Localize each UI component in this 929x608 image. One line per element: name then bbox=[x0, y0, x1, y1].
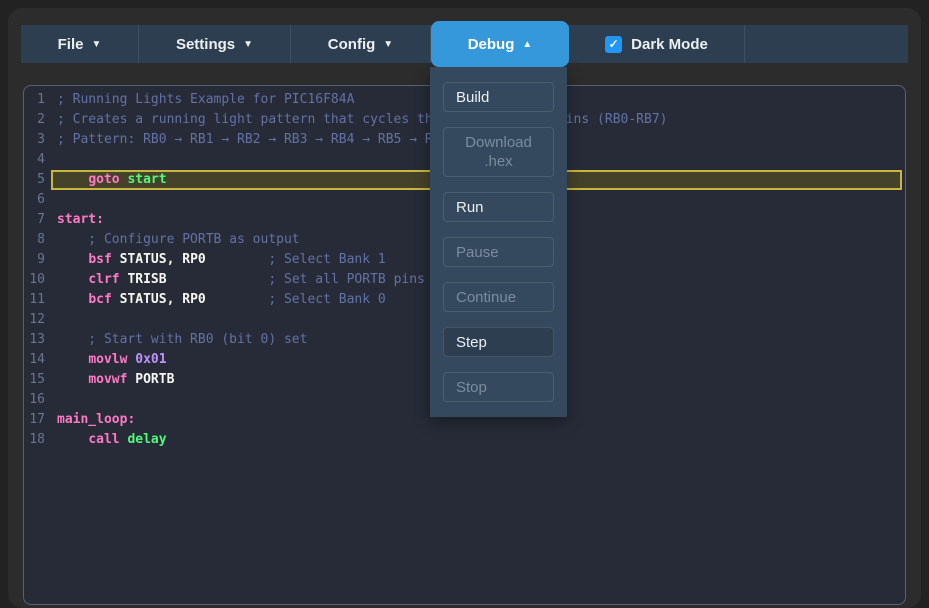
toolbar: File ▼ Settings ▼ Config ▼ Debug ▲ ✓ Dar… bbox=[21, 21, 908, 67]
line-number: 4 bbox=[37, 152, 45, 167]
menu-settings[interactable]: Settings ▼ bbox=[138, 25, 290, 63]
line-number: 5 bbox=[37, 172, 45, 187]
code-token-op: PORTB bbox=[127, 372, 175, 387]
code-token-num: 0x01 bbox=[135, 352, 167, 367]
code-token-kw: goto bbox=[88, 172, 120, 187]
code-line[interactable]: 18 call delay bbox=[24, 430, 905, 450]
line-number: 17 bbox=[29, 412, 45, 427]
code-token-op: STATUS, RP0 bbox=[111, 292, 206, 307]
line-number: 6 bbox=[37, 192, 45, 207]
code-token-kw: main_loop: bbox=[57, 412, 136, 427]
check-icon: ✓ bbox=[608, 37, 619, 51]
code-token-op: STATUS, RP0 bbox=[111, 252, 206, 267]
debug-menu-item-step[interactable]: Step bbox=[443, 327, 554, 357]
line-number: 2 bbox=[37, 112, 45, 127]
line-number: 18 bbox=[29, 432, 45, 447]
line-number: 16 bbox=[29, 392, 45, 407]
code-token-op: TRISB bbox=[119, 272, 167, 287]
debug-menu-item-build[interactable]: Build bbox=[443, 82, 554, 112]
code-token-kw: clrf bbox=[88, 272, 120, 287]
debug-menu-item-stop: Stop bbox=[443, 372, 554, 402]
menu-file-label: File bbox=[57, 35, 84, 53]
line-number: 11 bbox=[29, 292, 45, 307]
code-token-kw: movlw bbox=[88, 352, 128, 367]
code-token-comment: ; Creates a running light pattern that c… bbox=[57, 112, 668, 127]
code-token-comment: ; Start with RB0 (bit 0) set bbox=[57, 332, 308, 347]
menu-debug-button[interactable]: Debug ▲ bbox=[431, 21, 569, 67]
line-number: 1 bbox=[37, 92, 45, 107]
code-token-comment: ; Configure PORTB as output bbox=[57, 232, 300, 247]
code-text: call delay bbox=[51, 430, 902, 450]
line-number: 7 bbox=[37, 212, 45, 227]
code-token-kw: bsf bbox=[88, 252, 112, 267]
chevron-down-icon: ▼ bbox=[243, 38, 254, 50]
dark-mode-toggle: ✓ Dark Mode bbox=[568, 25, 744, 63]
menu-debug-cell: Debug ▲ bbox=[430, 21, 569, 67]
menu-config[interactable]: Config ▼ bbox=[290, 25, 430, 63]
debug-menu-item-continue: Continue bbox=[443, 282, 554, 312]
menu-config-label: Config bbox=[327, 35, 376, 53]
line-number: 13 bbox=[29, 332, 45, 347]
dark-mode-label: Dark Mode bbox=[631, 35, 708, 53]
menu-file[interactable]: File ▼ bbox=[21, 25, 138, 63]
chevron-down-icon: ▼ bbox=[383, 38, 394, 50]
code-token-comment: ; Select Bank 0 bbox=[205, 292, 386, 307]
toolbar-spacer bbox=[744, 25, 908, 63]
line-number: 9 bbox=[37, 252, 45, 267]
code-token-kw: bcf bbox=[88, 292, 112, 307]
chevron-down-icon: ▼ bbox=[91, 38, 102, 50]
menu-debug-label: Debug bbox=[467, 35, 515, 53]
code-token-kw: start: bbox=[57, 212, 104, 227]
code-token-kw: movwf bbox=[88, 372, 128, 387]
menu-settings-label: Settings bbox=[175, 35, 236, 53]
dark-mode-checkbox[interactable]: ✓ bbox=[605, 35, 623, 53]
code-token-comment: ; Select Bank 1 bbox=[205, 252, 386, 267]
debug-menu-item-download-hex: Download .hex bbox=[443, 127, 554, 177]
line-number: 10 bbox=[29, 272, 45, 287]
line-number: 15 bbox=[29, 372, 45, 387]
chevron-up-icon: ▲ bbox=[522, 38, 533, 50]
line-number: 12 bbox=[29, 312, 45, 327]
code-token-lbl: start bbox=[127, 172, 167, 187]
line-number: 8 bbox=[37, 232, 45, 247]
code-token-comment: ; Running Lights Example for PIC16F84A bbox=[57, 92, 355, 107]
debug-menu-item-run[interactable]: Run bbox=[443, 192, 554, 222]
debug-menu-item-pause: Pause bbox=[443, 237, 554, 267]
line-number: 3 bbox=[37, 132, 45, 147]
line-number: 14 bbox=[29, 352, 45, 367]
debug-menu: Build Download .hex Run Pause Continue Step St… bbox=[430, 67, 567, 417]
